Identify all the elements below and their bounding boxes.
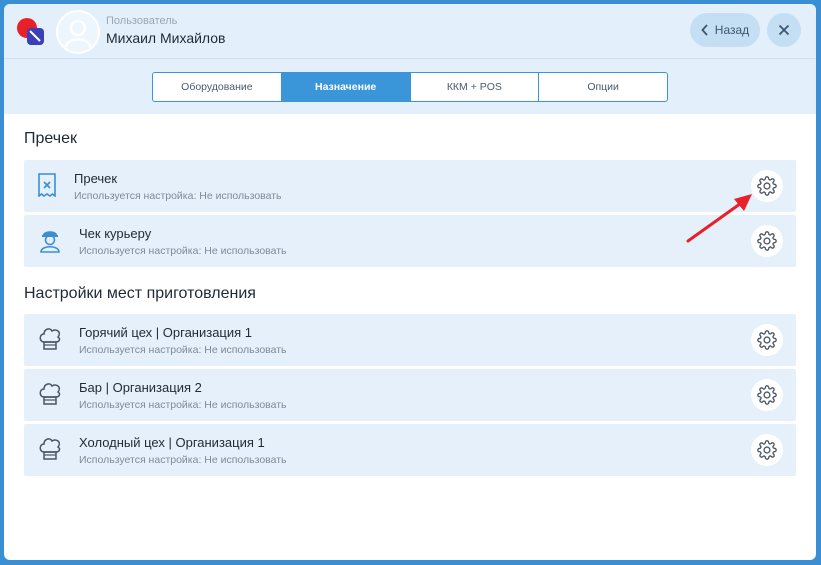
close-button[interactable]	[767, 13, 801, 47]
chef-hat-icon	[37, 326, 63, 352]
annotation-arrow-icon	[686, 194, 752, 243]
settings-button[interactable]	[751, 379, 783, 411]
back-button-label: Назад	[714, 23, 750, 37]
list-item-hot-shop[interactable]: Горячий цех | Организация 1 Используется…	[24, 314, 796, 366]
tab-assignment[interactable]: Назначение	[281, 73, 411, 101]
list-item-title: Бар | Организация 2	[79, 380, 202, 395]
list-item-subtitle: Используется настройка: Не использовать	[79, 454, 287, 466]
receipt-icon	[34, 172, 60, 198]
settings-button[interactable]	[751, 434, 783, 466]
chevron-left-icon	[701, 24, 708, 36]
back-button[interactable]: Назад	[690, 13, 760, 47]
user-role-label: Пользователь	[106, 15, 178, 27]
gear-icon	[757, 330, 777, 350]
list-item-bar[interactable]: Бар | Организация 2 Используется настрой…	[24, 369, 796, 421]
user-icon	[64, 19, 92, 48]
avatar	[56, 10, 100, 54]
list-item-precheck[interactable]: Пречек Используется настройка: Не исполь…	[24, 160, 796, 212]
close-icon	[778, 24, 790, 36]
tab-bar: Оборудование Назначение ККМ + POS Опции	[152, 72, 668, 102]
list-item-subtitle: Используется настройка: Не использовать	[79, 399, 287, 411]
section-title-kitchen-places: Настройки мест приготовления	[24, 285, 256, 302]
list-item-subtitle: Используется настройка: Не использовать	[79, 344, 287, 356]
user-name: Михаил Михайлов	[106, 30, 226, 46]
tab-kkm-pos[interactable]: ККМ + POS	[411, 73, 540, 101]
app-logo-icon	[17, 18, 44, 45]
chef-hat-icon	[37, 381, 63, 407]
section-title-precheck: Пречек	[24, 130, 77, 147]
tab-options[interactable]: Опции	[539, 73, 667, 101]
chef-hat-icon	[37, 436, 63, 462]
list-item-title: Пречек	[74, 171, 118, 186]
gear-icon	[757, 385, 777, 405]
tabs-band: Оборудование Назначение ККМ + POS Опции	[4, 59, 816, 114]
list-item-courier-check[interactable]: Чек курьеру Используется настройка: Не и…	[24, 215, 796, 267]
list-item-subtitle: Используется настройка: Не использовать	[74, 190, 282, 202]
gear-icon	[757, 440, 777, 460]
list-item-cold-shop[interactable]: Холодный цех | Организация 1 Используетс…	[24, 424, 796, 476]
settings-button[interactable]	[751, 324, 783, 356]
list-item-title: Холодный цех | Организация 1	[79, 435, 265, 450]
list-item-subtitle: Используется настройка: Не использовать	[79, 245, 287, 257]
header: Пользователь Михаил Михайлов Назад	[4, 4, 816, 59]
settings-window: Пользователь Михаил Михайлов Назад Обору…	[4, 4, 816, 560]
tab-equipment[interactable]: Оборудование	[153, 73, 282, 101]
list-item-title: Горячий цех | Организация 1	[79, 325, 253, 340]
list-item-title: Чек курьеру	[79, 226, 152, 241]
courier-icon	[37, 227, 63, 253]
